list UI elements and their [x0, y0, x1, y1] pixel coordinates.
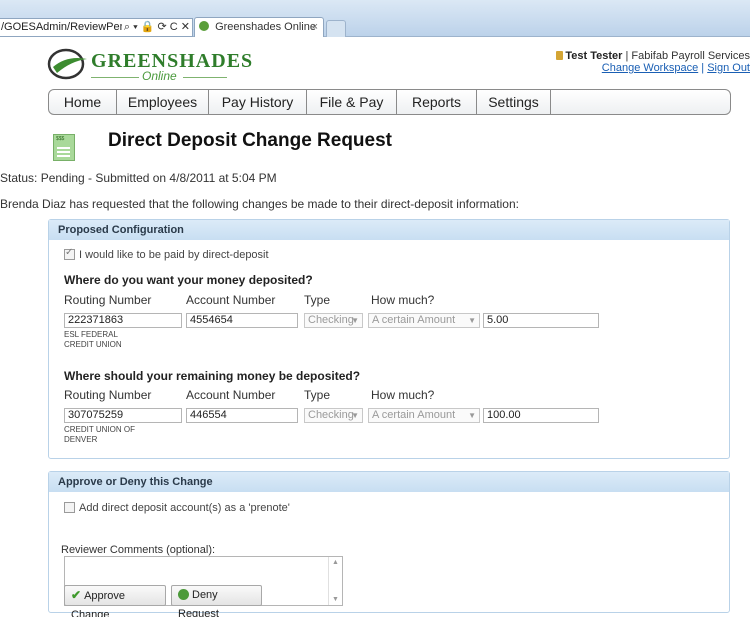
- page-title: Direct Deposit Change Request: [108, 130, 392, 151]
- sign-out-link[interactable]: Sign Out: [707, 62, 750, 74]
- approve-deny-panel: Approve or Deny this Change Add direct d…: [48, 471, 730, 617]
- type-select-1[interactable]: Checking ▼: [304, 313, 363, 328]
- type-select-1-value: Checking: [308, 314, 354, 326]
- change-workspace-link[interactable]: Change Workspace: [602, 62, 698, 74]
- chevron-down-icon: ▼: [351, 411, 359, 420]
- type-select-2[interactable]: Checking ▼: [304, 408, 363, 423]
- nav-reports[interactable]: Reports: [397, 90, 477, 114]
- link-separator: |: [698, 62, 708, 74]
- address-bar[interactable]: /GOESAdmin/ReviewPendi ⌕ ▾ 🔒 ⟳ C ✕: [0, 18, 193, 37]
- page: GREENSHADES Online Test Tester | Fabifab…: [0, 37, 750, 617]
- approve-deny-header: Approve or Deny this Change: [49, 472, 729, 492]
- address-text: /GOESAdmin/ReviewPendi: [1, 21, 135, 33]
- approve-change-button[interactable]: ✔ Approve Change: [64, 585, 166, 617]
- new-tab-button[interactable]: [326, 20, 346, 37]
- nav-file-pay[interactable]: File & Pay: [307, 90, 397, 114]
- col-account-2: Account Number: [186, 388, 276, 402]
- lock-icon: [556, 51, 564, 60]
- nav-home[interactable]: Home: [49, 90, 117, 114]
- amount-field-2[interactable]: 100.00: [483, 408, 599, 423]
- col-howmuch-2: How much?: [371, 388, 435, 402]
- status-text: Status: Pending - Submitted on 4/8/2011 …: [0, 171, 277, 185]
- chevron-down-icon: ▼: [468, 316, 476, 325]
- nav-employees[interactable]: Employees: [117, 90, 209, 114]
- proposed-configuration-header: Proposed Configuration: [49, 220, 729, 240]
- section1-title: Where do you want your money deposited?: [64, 273, 313, 287]
- browser-tab-active[interactable]: Greenshades Online ×: [194, 17, 324, 37]
- prenote-checkbox[interactable]: [64, 502, 75, 513]
- paid-by-dd-row: I would like to be paid by direct-deposi…: [64, 247, 269, 261]
- paid-by-dd-checkbox[interactable]: [64, 247, 75, 260]
- col-account-1: Account Number: [186, 293, 276, 307]
- chevron-down-icon: ▼: [351, 316, 359, 325]
- prenote-row: Add direct deposit account(s) as a 'pren…: [64, 502, 290, 514]
- user-name: Test Tester: [565, 50, 623, 62]
- greenshades-favicon-icon: [199, 21, 209, 31]
- proposed-configuration-panel: Proposed Configuration I would like to b…: [48, 219, 730, 459]
- nav-pay-history[interactable]: Pay History: [209, 90, 307, 114]
- user-company: | Fabifab Payroll Services: [622, 50, 750, 62]
- col-routing-2: Routing Number: [64, 388, 152, 402]
- address-controls[interactable]: ⌕ ▾ 🔒 ⟳ C ✕: [121, 19, 190, 36]
- user-info: Test Tester | Fabifab Payroll Services: [500, 50, 750, 62]
- scroll-down-icon[interactable]: ▼: [332, 596, 339, 603]
- logo-line-right: [183, 77, 227, 78]
- logo-sub-text: Online: [142, 69, 177, 83]
- intro-text: Brenda Diaz has requested that the follo…: [0, 197, 519, 211]
- direct-deposit-document-icon: [53, 134, 75, 161]
- browser-chrome: /GOESAdmin/ReviewPendi ⌕ ▾ 🔒 ⟳ C ✕ Green…: [0, 0, 750, 37]
- user-box: Test Tester | Fabifab Payroll Services C…: [500, 50, 750, 74]
- prenote-label: Add direct deposit account(s) as a 'pren…: [79, 502, 290, 514]
- col-routing-1: Routing Number: [64, 293, 152, 307]
- routing-number-field-2[interactable]: 307075259: [64, 408, 182, 423]
- amount-type-select-1[interactable]: A certain Amount ▼: [368, 313, 480, 328]
- tab-title: Greenshades Online: [215, 21, 316, 33]
- deny-request-button[interactable]: Deny Request: [171, 585, 262, 617]
- paid-by-dd-label: I would like to be paid by direct-deposi…: [79, 249, 269, 261]
- section2-title: Where should your remaining money be dep…: [64, 369, 361, 383]
- logo-line-left: [91, 77, 139, 78]
- amount-type-select-1-value: A certain Amount: [372, 314, 456, 326]
- col-howmuch-1: How much?: [371, 293, 435, 307]
- user-links: Change Workspace | Sign Out: [500, 62, 750, 74]
- account-number-field-1[interactable]: 4554654: [186, 313, 298, 328]
- col-type-2: Type: [304, 388, 331, 402]
- scroll-up-icon[interactable]: ▲: [332, 559, 339, 566]
- bank-name-2: CREDIT UNION OF DENVER: [64, 425, 135, 444]
- amount-type-select-2[interactable]: A certain Amount ▼: [368, 408, 480, 423]
- routing-number-field-1[interactable]: 222371863: [64, 313, 182, 328]
- main-nav: Home Employees Pay History File & Pay Re…: [48, 89, 731, 115]
- nav-settings[interactable]: Settings: [477, 90, 551, 114]
- account-number-field-2[interactable]: 446554: [186, 408, 298, 423]
- amount-field-1[interactable]: 5.00: [483, 313, 599, 328]
- bank-name-1: ESL FEDERAL CREDIT UNION: [64, 330, 122, 349]
- chevron-down-icon: ▼: [468, 411, 476, 420]
- type-select-2-value: Checking: [308, 409, 354, 421]
- amount-type-select-2-value: A certain Amount: [372, 409, 456, 421]
- comments-scrollbar[interactable]: ▲ ▼: [328, 557, 342, 605]
- checkmark-icon: ✔: [71, 588, 82, 602]
- col-type-1: Type: [304, 293, 331, 307]
- logo-swoosh-icon: [47, 48, 87, 80]
- tab-close-icon[interactable]: ×: [312, 18, 318, 36]
- deny-icon: [178, 589, 189, 600]
- greenshades-logo[interactable]: GREENSHADES Online: [47, 47, 252, 87]
- reviewer-comments-label: Reviewer Comments (optional):: [61, 544, 216, 556]
